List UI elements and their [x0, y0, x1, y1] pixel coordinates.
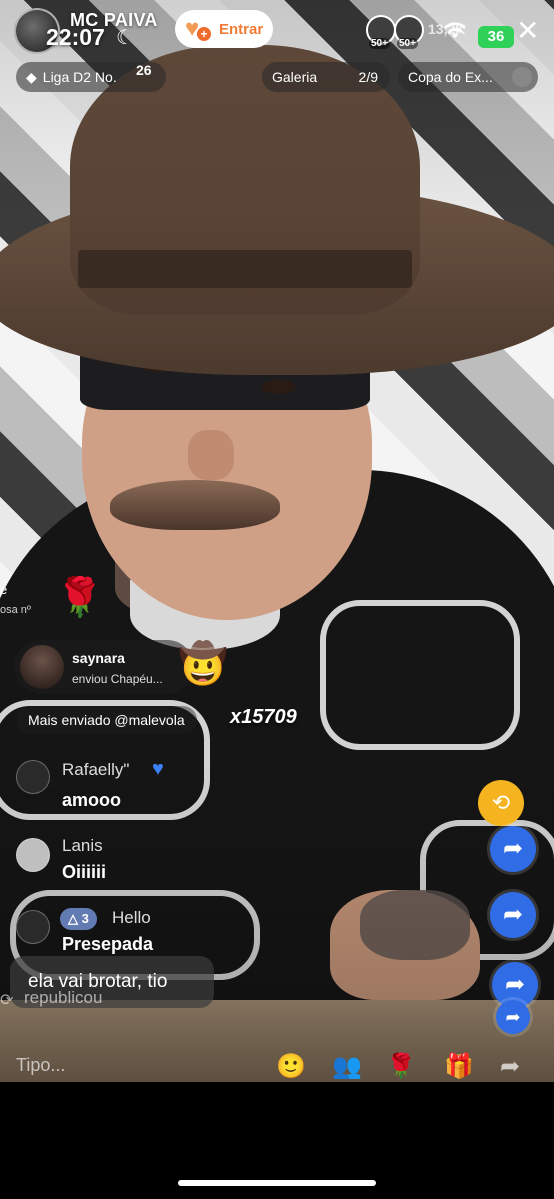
- chat-username[interactable]: Lanis: [62, 836, 103, 856]
- chat-avatar[interactable]: [16, 838, 50, 872]
- info-pills: ◆ Liga D2 No. Galeria 2/9 Copa do Ex...: [0, 62, 554, 94]
- viewer-badge: 50+: [397, 38, 418, 49]
- chat-avatar[interactable]: [16, 910, 50, 944]
- gift-icon[interactable]: 🎁: [444, 1052, 474, 1081]
- share-icon[interactable]: ➦: [500, 1052, 520, 1081]
- diamond-icon: ◆: [26, 68, 37, 85]
- home-indicator[interactable]: [178, 1180, 376, 1186]
- emoji-icon[interactable]: 🙂: [276, 1052, 306, 1081]
- viewer-badge: 50+: [369, 38, 390, 49]
- viewer-avatar[interactable]: 50+: [366, 15, 396, 49]
- chat-message: amooo: [62, 790, 122, 810]
- league-label: Liga D2 No.: [42, 69, 117, 85]
- bottom-bar: 🙂 👥 🌹 🎁 ➦: [0, 1040, 554, 1082]
- gift-notification[interactable]: saynara enviou Chapéu...: [14, 640, 194, 694]
- share-icon[interactable]: ➦: [490, 826, 536, 872]
- share-icon[interactable]: ➦: [496, 1000, 530, 1034]
- status-time: 22:07: [46, 24, 105, 50]
- rose-icon[interactable]: 🌹: [386, 1052, 416, 1081]
- repost-icon[interactable]: ⟲: [478, 780, 524, 826]
- share-icon[interactable]: ➦: [490, 892, 536, 938]
- repost-small-icon: ⟳: [0, 992, 14, 1009]
- gift-fragment: e: [0, 582, 8, 597]
- close-icon[interactable]: ✕: [516, 14, 539, 47]
- users-icon[interactable]: 👥: [332, 1052, 362, 1081]
- gift-combo-count: x15709: [230, 706, 297, 728]
- follow-label: Entrar: [219, 20, 264, 38]
- battery-indicator: 36: [478, 26, 514, 48]
- chat-message: Presepada: [62, 934, 154, 954]
- wifi-icon: [444, 22, 466, 46]
- chat-message: Oiiiiii: [62, 862, 107, 882]
- chat-username[interactable]: Hello: [112, 908, 151, 928]
- user-level: 3: [81, 911, 89, 926]
- sender-avatar[interactable]: [20, 645, 64, 689]
- most-sent-banner[interactable]: Mais enviado @malevola: [16, 706, 197, 734]
- cup-pill[interactable]: Copa do Ex...: [398, 62, 538, 92]
- gift-description: enviou Chapéu...: [72, 672, 163, 686]
- user-level-badge: △ 3: [60, 908, 97, 930]
- heart-icon: ♥: [152, 758, 164, 780]
- gallery-pill[interactable]: Galeria 2/9: [262, 62, 390, 92]
- league-number: 26: [136, 62, 152, 78]
- gift-fragment-sub: osa nº: [0, 604, 31, 616]
- moon-icon: ☾: [116, 27, 134, 49]
- trophy-icon: [512, 67, 532, 87]
- cowboy-hat-icon: 🤠: [178, 642, 228, 686]
- rose-icon: 🌹: [56, 577, 104, 619]
- comment-input[interactable]: [16, 1050, 256, 1080]
- chat-avatar[interactable]: [16, 760, 50, 794]
- republish-text: republicou: [24, 988, 103, 1007]
- top-bar: MC PAIVA 22:07 ☾ ♥ + Entrar 50+ 50+ 13,2K…: [0, 0, 554, 64]
- sender-name: saynara: [72, 650, 125, 666]
- follow-button[interactable]: ♥ + Entrar: [175, 10, 273, 48]
- chat-username[interactable]: Rafaelly": [62, 760, 129, 780]
- viewer-avatar[interactable]: 50+: [394, 15, 424, 49]
- gallery-label: Galeria: [272, 69, 318, 85]
- cup-label: Copa do Ex...: [408, 69, 493, 85]
- heart-plus-icon: ♥ +: [185, 17, 211, 41]
- gallery-count: 2/9: [358, 69, 378, 85]
